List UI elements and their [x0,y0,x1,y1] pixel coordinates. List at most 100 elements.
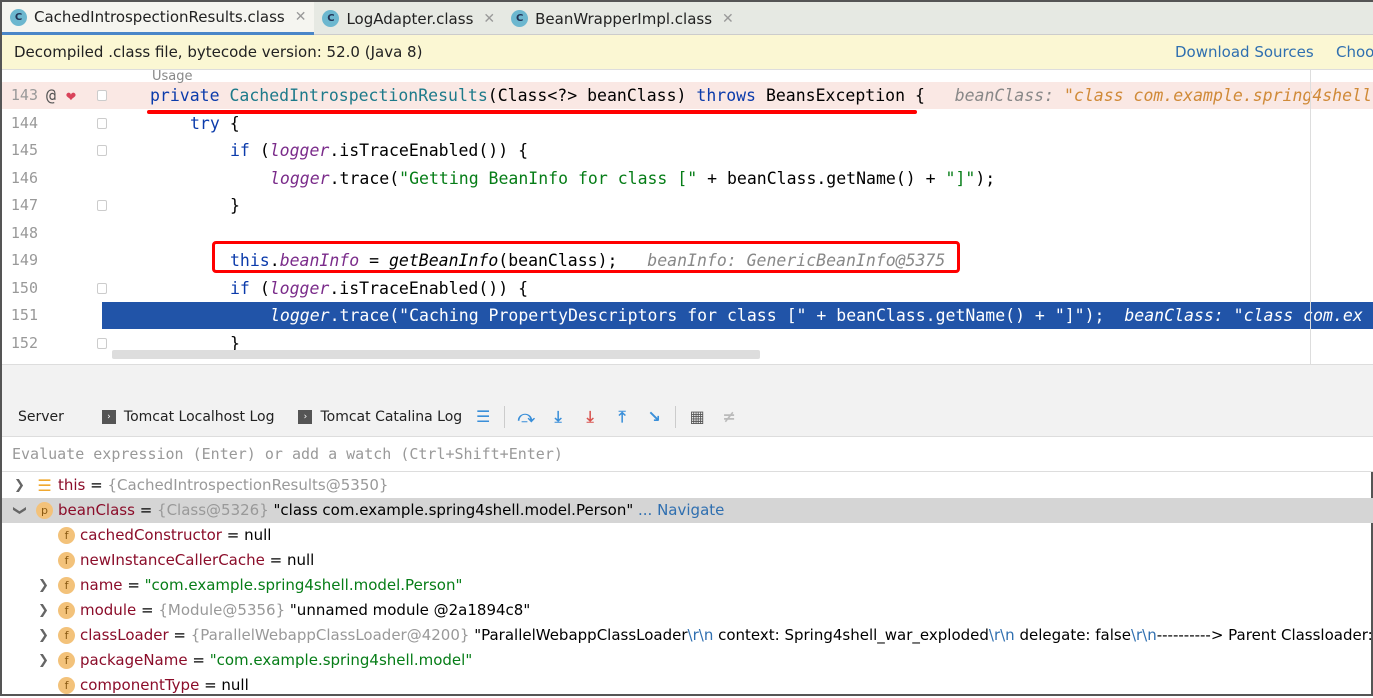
code-line[interactable]: 147} [2,192,1373,219]
code-token: logger [270,279,330,298]
variable-value: "com.example.spring4shell.model" [210,651,473,669]
field-icon: f [58,652,75,669]
code-token: .isTraceEnabled()) { [329,141,528,160]
variable-row[interactable]: ❯fclassLoader = {ParallelWebappClassLoad… [2,623,1373,648]
chevron-right-icon[interactable]: ❯ [38,648,49,673]
line-number[interactable]: 146 [2,165,38,192]
code-line[interactable]: 150if (logger.isTraceEnabled()) { [2,275,1373,302]
variable-row[interactable]: ❯fname = "com.example.spring4shell.model… [2,573,1373,598]
close-icon[interactable]: ✕ [722,11,734,27]
tab-cached-introspection-results[interactable]: CCachedIntrospectionResults.class✕ [2,2,314,35]
code-token: throws [696,86,766,105]
code-token: "Getting BeanInfo for class [" [399,169,697,188]
code-token: BeansException { [766,86,925,105]
variable-value: "class com.example.spring4shell.model.Pe… [274,501,634,519]
chevron-down-icon[interactable]: ❯ [7,505,32,516]
code-line[interactable]: 145if (logger.isTraceEnabled()) { [2,137,1373,164]
chevron-right-icon[interactable]: ❯ [38,623,49,648]
close-icon[interactable]: ✕ [483,11,495,27]
code-token: ( [260,141,270,160]
code-line[interactable]: 151logger.trace("Caching PropertyDescrip… [2,302,1373,329]
tab-tomcat-catalina-log[interactable]: ›Tomcat Catalina Log [298,409,462,425]
fold-marker-icon[interactable] [97,338,107,349]
console-icon: › [102,410,116,424]
override-icon[interactable]: @ [46,82,56,109]
chevron-right-icon[interactable]: ❯ [38,573,49,598]
line-number[interactable]: 151 [2,302,102,329]
line-number[interactable]: 150 [2,275,38,302]
code-line[interactable]: 146logger.trace("Getting BeanInfo for cl… [2,165,1373,192]
code-editor[interactable]: 143@❤private CachedIntrospectionResults(… [2,70,1373,364]
variable-value: context: Spring4shell_war_exploded [713,626,989,644]
variable-row[interactable]: fcomponentType = null [2,673,1373,698]
tab-tomcat-localhost-log[interactable]: ›Tomcat Localhost Log [102,409,275,425]
line-number[interactable]: 144 [2,110,38,137]
close-icon[interactable]: ✕ [295,9,307,25]
fold-marker-icon[interactable] [97,200,107,211]
fold-marker-icon[interactable] [97,90,107,101]
variable-value: null [287,551,314,569]
variable-value: null [221,676,248,694]
variable-row[interactable]: ❯☰this = {CachedIntrospectionResults@535… [2,473,1373,498]
step-into-icon[interactable]: ⤓ [547,407,569,427]
code-token: beanClass: "class com.ex [1105,306,1363,325]
variable-row[interactable]: ❯fmodule = {Module@5356} "unnamed module… [2,598,1373,623]
code-token: "]" [946,169,976,188]
code-token: ( [260,279,270,298]
evaluate-expression-input[interactable]: Evaluate expression (Enter) or add a wat… [2,437,1373,472]
variable-row[interactable]: ❯pbeanClass = {Class@5326} "class com.ex… [2,498,1373,523]
line-number[interactable]: 147 [2,192,38,219]
step-out-icon[interactable]: ⤒ [611,407,633,427]
tab-log-adapter[interactable]: CLogAdapter.class✕ [314,2,503,35]
variable-value: "com.example.spring4shell.model.Person" [145,576,463,594]
force-step-into-icon[interactable]: ⤓ [579,407,601,427]
code-line[interactable]: 143@❤private CachedIntrospectionResults(… [2,82,1373,109]
variable-row[interactable]: fcachedConstructor = null [2,523,1373,548]
decompiled-banner: Decompiled .class file, bytecode version… [2,35,1373,70]
fold-marker-icon[interactable] [97,283,107,294]
class-icon: C [10,9,27,26]
line-number[interactable]: 152 [2,330,38,357]
line-number[interactable]: 149 [2,247,38,274]
code-token: ); [975,169,995,188]
code-token: logger [270,141,330,160]
fold-marker-icon[interactable] [97,145,107,156]
right-margin-guide [1310,70,1311,364]
variable-row[interactable]: ❯ f packageName = "com.example.spring4shel… [2,648,1373,673]
variable-value: \r\n [989,626,1015,644]
navigate-link[interactable]: ... Navigate [633,501,724,519]
download-sources-link[interactable]: Download Sources [1175,43,1314,61]
line-number[interactable]: 148 [2,220,38,247]
variable-text: packageName = "com.example.spring4shell.… [80,648,472,673]
code-token: if [230,279,260,298]
class-icon: C [511,10,528,27]
variable-text: newInstanceCallerCache = null [80,548,314,573]
field-icon: f [58,602,75,619]
trace-icon[interactable]: ≠ [718,407,740,426]
line-number[interactable]: 145 [2,137,38,164]
usage-hint[interactable]: Usage [152,70,193,83]
chevron-right-icon[interactable]: ❯ [14,473,25,498]
variable-value: "ParallelWebappClassLoader [474,626,687,644]
tab-bean-wrapper-impl[interactable]: CBeanWrapperImpl.class✕ [503,2,742,35]
chevron-right-icon[interactable]: ❯ [38,598,49,623]
variable-row[interactable]: f newInstanceCallerCache = null [2,548,1373,573]
code-token: logger [270,169,330,188]
red-underline-annotation [147,110,917,114]
fold-marker-icon[interactable] [97,118,107,129]
threads-icon[interactable]: ☰ [472,407,494,426]
horizontal-scrollbar[interactable] [112,350,760,359]
choose-sources-link[interactable]: Choo [1336,43,1373,61]
variable-text: beanClass = {Class@5326} "class com.exam… [58,498,724,523]
evaluate-expression-icon[interactable]: ▦ [686,407,708,426]
code-token: { [230,114,240,133]
line-number[interactable]: 143 [2,82,38,109]
variable-text: this = {CachedIntrospectionResults@5350} [58,473,388,498]
separator [675,406,676,428]
debug-toolbar: Server ›Tomcat Localhost Log ›Tomcat Cat… [2,397,1373,437]
tab-server[interactable]: Server [18,409,64,425]
breakpoint-check-icon[interactable]: ❤ [66,82,76,109]
field-icon: f [58,552,75,569]
run-to-cursor-icon[interactable]: ↘ [643,407,665,426]
step-over-icon[interactable]: ⤼ [515,407,537,427]
